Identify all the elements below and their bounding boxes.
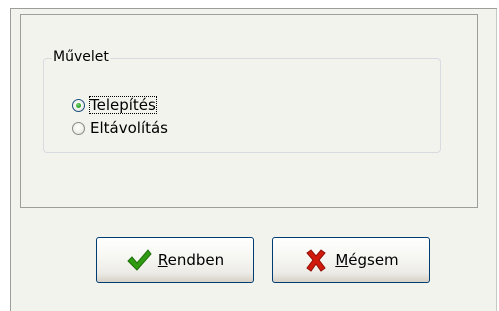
- red-x-icon: [306, 249, 327, 272]
- radio-checked-icon[interactable]: [72, 98, 85, 112]
- radio-uninstall[interactable]: Eltávolítás: [72, 117, 169, 139]
- radio-install-label[interactable]: Telepítés: [89, 96, 157, 114]
- radio-install[interactable]: Telepítés: [72, 94, 157, 116]
- radio-uninstall-label[interactable]: Eltávolítás: [89, 119, 169, 137]
- ok-button[interactable]: Rendben: [96, 237, 254, 283]
- radio-dot: [76, 102, 81, 108]
- cancel-button[interactable]: Mégsem: [272, 237, 430, 283]
- dialog-window: Művelet Telepítés Eltávolítás Rendben Mé…: [0, 0, 499, 311]
- operation-groupbox: Művelet Telepítés Eltávolítás: [43, 47, 441, 153]
- groupbox-title: Művelet: [52, 47, 110, 67]
- radio-unchecked-icon[interactable]: [72, 121, 85, 135]
- cancel-button-label: Mégsem: [335, 251, 399, 269]
- checkmark-icon: [127, 249, 152, 271]
- ok-button-label: Rendben: [157, 251, 225, 269]
